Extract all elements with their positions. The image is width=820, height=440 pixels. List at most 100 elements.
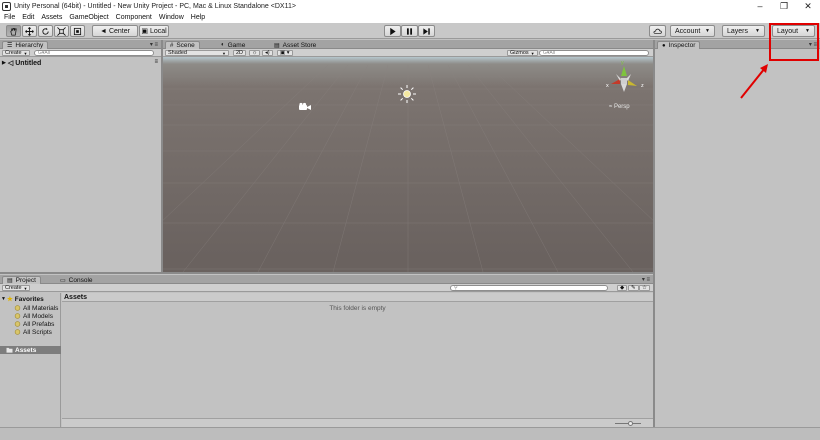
- project-folder-tree: ▼ ★ Favorites All Materials All Models A…: [0, 293, 61, 427]
- 2d-toggle-button[interactable]: 2D: [233, 50, 247, 56]
- menu-gameobject[interactable]: GameObject: [69, 14, 108, 21]
- close-button[interactable]: ✕: [796, 0, 820, 12]
- orientation-gizmo[interactable]: [603, 62, 645, 102]
- rotate-tool-button[interactable]: [38, 25, 53, 37]
- gizmos-label: Gizmos: [510, 50, 529, 56]
- favorite-label: All Scripts: [23, 328, 52, 336]
- menu-assets[interactable]: Assets: [41, 14, 62, 21]
- filter-type-button[interactable]: ◆: [617, 285, 628, 291]
- menu-help[interactable]: Help: [191, 14, 205, 21]
- menu-file[interactable]: File: [4, 14, 15, 21]
- list-icon: ☰: [7, 43, 13, 49]
- image-icon: ▣ ▾: [280, 50, 290, 56]
- lighting-toggle-button[interactable]: ☼: [249, 50, 261, 56]
- pause-button[interactable]: [401, 25, 418, 37]
- search-folder-icon: [14, 305, 21, 311]
- status-bar: [0, 427, 820, 440]
- shading-mode-dropdown[interactable]: Shaded ▼: [165, 50, 229, 56]
- hierarchy-create-button[interactable]: Create ▼: [2, 50, 31, 56]
- breadcrumb[interactable]: Assets: [64, 293, 87, 301]
- effects-dropdown[interactable]: ▣ ▾: [277, 50, 293, 56]
- favorites-item[interactable]: ▼ ★ Favorites: [1, 295, 44, 304]
- menu-edit[interactable]: Edit: [22, 14, 34, 21]
- favorite-item[interactable]: All Materials: [14, 304, 58, 312]
- dropdown-arrow-icon: ▼: [23, 285, 28, 291]
- tab-hierarchy[interactable]: ☰ Hierarchy: [2, 41, 49, 49]
- hand-tool-button[interactable]: [6, 25, 21, 37]
- pivot-toggle-button[interactable]: ◄ Center: [92, 25, 138, 37]
- perspective-label[interactable]: ≈ Persp: [609, 104, 630, 110]
- divider[interactable]: [0, 272, 653, 274]
- step-button[interactable]: [418, 25, 435, 37]
- asset-store-tab-label: Asset Store: [282, 41, 317, 49]
- scene-panel: # Scene ◐ Game ▤ Asset Store Shaded ▼ 2D…: [163, 40, 653, 272]
- store-icon: ▤: [274, 42, 280, 49]
- tab-asset-store[interactable]: ▤ Asset Store: [270, 41, 320, 49]
- window-title: Unity Personal (64bit) - Untitled - New …: [14, 2, 296, 10]
- directional-light-icon[interactable]: [397, 84, 417, 104]
- sun-icon: ☼: [252, 50, 258, 56]
- zoom-slider-thumb[interactable]: [628, 421, 633, 426]
- scene-search-input[interactable]: G▾All: [539, 50, 649, 56]
- project-search-input[interactable]: ⚲: [450, 285, 608, 291]
- account-dropdown[interactable]: Account ▼: [670, 25, 715, 37]
- space-toggle-button[interactable]: ▣ Local: [139, 25, 169, 37]
- search-folder-icon: [14, 313, 21, 319]
- scene-name: Untitled: [15, 59, 42, 67]
- camera-icon[interactable]: [298, 102, 312, 112]
- minimize-button[interactable]: –: [748, 0, 772, 12]
- play-icon: [390, 27, 396, 35]
- cloud-button[interactable]: [649, 25, 666, 37]
- layers-label: Layers: [727, 27, 749, 35]
- project-tab-label: Project: [15, 277, 36, 284]
- tag-icon: ✎: [631, 285, 636, 291]
- favorite-label: All Prefabs: [23, 320, 55, 328]
- tab-project[interactable]: ▤ Project: [2, 276, 41, 284]
- panel-menu-icon[interactable]: ▾ ≡: [150, 41, 158, 48]
- unity-scene-icon: ◁: [7, 60, 14, 67]
- scale-icon: [57, 26, 66, 36]
- hierarchy-search-input[interactable]: G▾All: [34, 50, 154, 56]
- project-content-area[interactable]: Assets This folder is empty: [62, 293, 653, 427]
- expand-arrow-icon[interactable]: ▶: [2, 60, 6, 66]
- layers-dropdown[interactable]: Layers ▼: [722, 25, 765, 37]
- maximize-button[interactable]: ❐: [772, 0, 796, 12]
- hand-icon: [10, 27, 17, 35]
- search-folder-icon: [14, 321, 21, 327]
- unity-logo-icon: [2, 1, 11, 11]
- move-tool-button[interactable]: [22, 25, 37, 37]
- menu-component[interactable]: Component: [116, 14, 152, 21]
- scene-menu-icon[interactable]: ≡: [154, 59, 158, 65]
- play-button[interactable]: [384, 25, 401, 37]
- project-create-button[interactable]: Create ▼: [2, 285, 31, 291]
- tab-inspector[interactable]: ● Inspector: [657, 41, 701, 49]
- panel-menu-icon[interactable]: ▾ ≡: [642, 276, 650, 283]
- window-title-bar: Unity Personal (64bit) - Untitled - New …: [0, 0, 820, 12]
- favorite-item[interactable]: All Scripts: [14, 328, 52, 336]
- dropdown-arrow-icon: ▼: [222, 50, 226, 56]
- menu-window[interactable]: Window: [159, 14, 184, 21]
- filter-label-button[interactable]: ✎: [628, 285, 639, 291]
- favorite-item[interactable]: All Prefabs: [14, 320, 54, 328]
- empty-folder-message: This folder is empty: [329, 305, 386, 312]
- game-tab-label: Game: [227, 41, 246, 49]
- tab-scene[interactable]: # Scene: [165, 41, 200, 49]
- speaker-icon: ◂): [265, 50, 270, 56]
- favorite-button[interactable]: ☆: [639, 285, 650, 291]
- tab-game[interactable]: ◐ Game: [217, 41, 249, 49]
- folder-tab-icon: ▤: [7, 278, 13, 284]
- scene-viewport[interactable]: y x z ≈ Persp: [163, 57, 653, 272]
- menu-bar: File Edit Assets GameObject Component Wi…: [0, 12, 820, 23]
- assets-folder-item[interactable]: Assets: [0, 346, 61, 354]
- scale-tool-button[interactable]: [54, 25, 69, 37]
- audio-toggle-button[interactable]: ◂): [262, 50, 273, 56]
- favorite-item[interactable]: All Models: [14, 312, 53, 320]
- filter-icon: ◆: [620, 285, 625, 291]
- game-icon: ◐: [221, 42, 225, 48]
- rect-tool-button[interactable]: [70, 25, 85, 37]
- gizmo-axis-y: y: [621, 60, 624, 66]
- tab-console[interactable]: ▭ Console: [56, 276, 97, 284]
- scene-root-item[interactable]: ▶ ◁ Untitled: [2, 59, 42, 68]
- gizmos-dropdown[interactable]: Gizmos ▼: [507, 50, 538, 56]
- expand-arrow-icon[interactable]: ▼: [1, 296, 6, 302]
